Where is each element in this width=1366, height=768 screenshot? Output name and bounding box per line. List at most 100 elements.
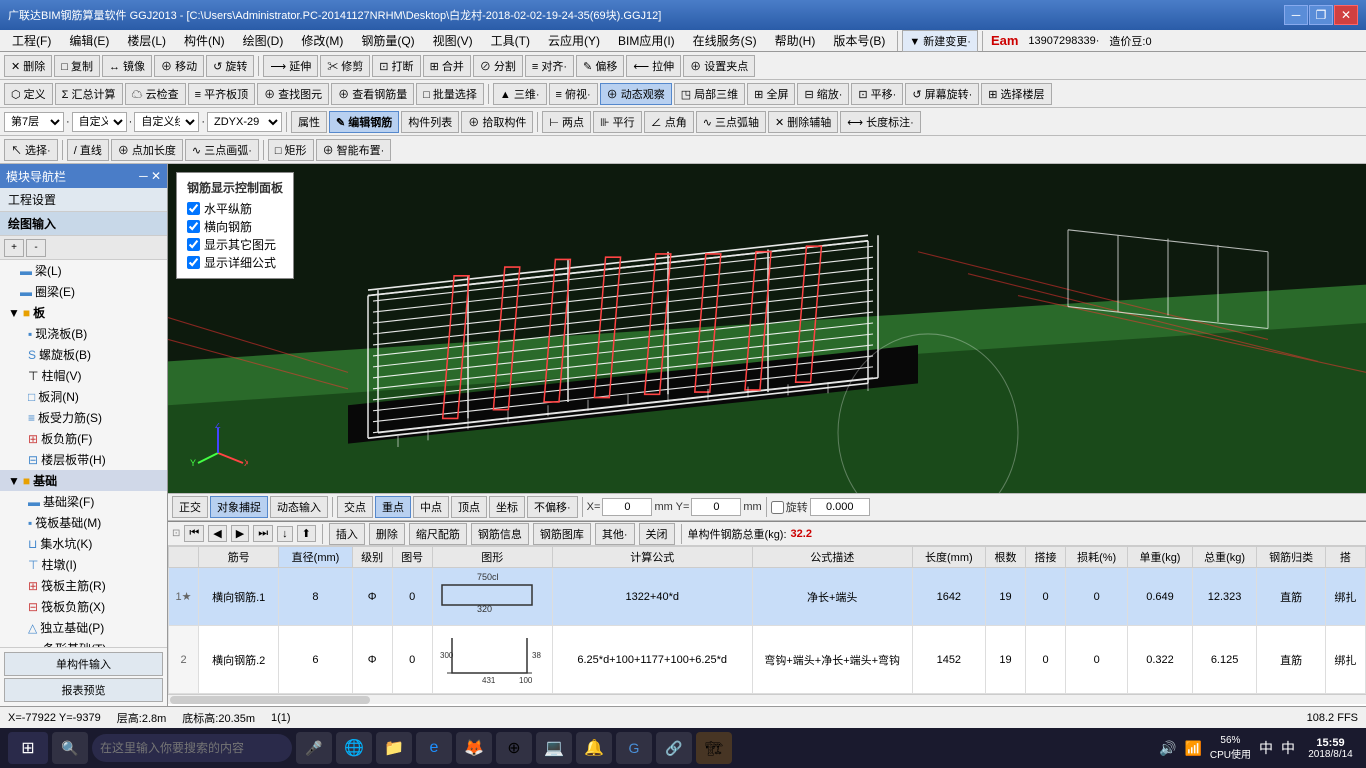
menu-help[interactable]: 帮助(H) bbox=[767, 30, 824, 51]
next-btn[interactable]: ▶ bbox=[231, 525, 249, 542]
menu-version[interactable]: 版本号(B) bbox=[825, 30, 893, 51]
split-btn[interactable]: ⊘ 分割 bbox=[473, 55, 523, 77]
taskbar-edge-btn[interactable]: 🌐 bbox=[336, 732, 372, 764]
tree-item-colcap[interactable]: ⊤ 柱帽(V) bbox=[0, 365, 167, 386]
taskbar-computer-btn[interactable]: 💻 bbox=[536, 732, 572, 764]
snap-btn[interactable]: 对象捕捉 bbox=[210, 496, 268, 518]
menu-view[interactable]: 视图(V) bbox=[425, 30, 481, 51]
detail-formula-check[interactable]: 显示详细公式 bbox=[187, 254, 283, 271]
taskbar-firefox-btn[interactable]: 🦊 bbox=[456, 732, 492, 764]
tree-item-slabnega[interactable]: ⊞ 板负筋(F) bbox=[0, 428, 167, 449]
tray-icon-1[interactable]: 🔊 bbox=[1159, 740, 1176, 757]
tree-item-floorbelt[interactable]: ⊟ 楼层板带(H) bbox=[0, 449, 167, 470]
two-point-btn[interactable]: ⊢ 两点 bbox=[542, 111, 591, 133]
taskbar-g-btn[interactable]: G bbox=[616, 732, 652, 764]
find-elem-btn[interactable]: ⊕ 查找图元 bbox=[257, 83, 329, 105]
single-member-btn[interactable]: 单构件输入 bbox=[4, 652, 163, 676]
coord-btn[interactable]: 坐标 bbox=[489, 496, 525, 518]
taskbar-ie-btn[interactable]: e bbox=[416, 732, 452, 764]
dynamic-input-btn[interactable]: 动态输入 bbox=[270, 496, 328, 518]
floor-select[interactable]: 第7层 第6层 第5层 bbox=[4, 112, 64, 132]
calc-btn[interactable]: Σ 汇总计算 bbox=[55, 83, 123, 105]
menu-member[interactable]: 构件(N) bbox=[176, 30, 233, 51]
stretch-btn[interactable]: ⟵ 拉伸 bbox=[626, 55, 681, 77]
tree-item-spiralslab[interactable]: S 螺旋板(B) bbox=[0, 344, 167, 365]
local-3d-btn[interactable]: ◳ 局部三维 bbox=[674, 83, 745, 105]
mirror-btn[interactable]: ↔ 镜像 bbox=[102, 55, 152, 77]
pan-btn[interactable]: ⊡ 平移· bbox=[851, 83, 903, 105]
steel-table-container[interactable]: 筋号 直径(mm) 级别 图号 图形 计算公式 公式描述 长度(mm) 根数 搭… bbox=[168, 546, 1366, 706]
menu-cloud[interactable]: 云应用(Y) bbox=[540, 30, 608, 51]
tree-group-foundation[interactable]: ▼ ■ 基础 bbox=[0, 470, 167, 491]
lang-icon[interactable]: 中 bbox=[1281, 738, 1295, 758]
cross-btn[interactable]: 交点 bbox=[337, 496, 373, 518]
noshift-btn[interactable]: 不偏移· bbox=[527, 496, 578, 518]
tree-item-slabsteel[interactable]: ≡ 板受力筋(S) bbox=[0, 407, 167, 428]
taskbar-search[interactable] bbox=[92, 734, 292, 762]
member-list-btn[interactable]: 构件列表 bbox=[401, 111, 459, 133]
prev-btn[interactable]: ◀ bbox=[208, 525, 226, 542]
define-btn[interactable]: ⬡ 定义 bbox=[4, 83, 53, 105]
restore-button[interactable]: ❐ bbox=[1309, 5, 1333, 25]
rotate-btn[interactable]: ↺ 旋转 bbox=[206, 55, 254, 77]
sidebar-add-btn[interactable]: + bbox=[4, 239, 24, 257]
close-button[interactable]: ✕ bbox=[1334, 5, 1358, 25]
taskbar-bell-btn[interactable]: 🔔 bbox=[576, 732, 612, 764]
viewport[interactable]: 钢筋显示控制面板 水平纵筋 横向钢筋 显示其它图元 显示详细公式 bbox=[168, 164, 1366, 493]
offset-btn[interactable]: ✎ 偏移 bbox=[576, 55, 624, 77]
tree-item-castslab[interactable]: ▪ 现浇板(B) bbox=[0, 323, 167, 344]
y-input[interactable] bbox=[691, 498, 741, 516]
midpoint2-btn[interactable]: 中点 bbox=[413, 496, 449, 518]
select-floor-btn[interactable]: ⊞ 选择楼层 bbox=[981, 83, 1051, 105]
add-length-btn[interactable]: ⊕ 点加长度 bbox=[111, 139, 183, 161]
trim-btn[interactable]: ✂ 修剪 bbox=[320, 55, 370, 77]
delete-btn[interactable]: ✕ 删除 bbox=[4, 55, 52, 77]
length-mark-btn[interactable]: ⟷ 长度标注· bbox=[840, 111, 921, 133]
steel-info-btn[interactable]: 钢筋信息 bbox=[471, 523, 529, 545]
horiz-steel-check[interactable]: 水平纵筋 bbox=[187, 200, 283, 217]
sidebar-controls[interactable]: ─ ✕ bbox=[139, 169, 161, 183]
scale-config-btn[interactable]: 缩尺配筋 bbox=[409, 523, 467, 545]
property-btn[interactable]: 属性 bbox=[291, 111, 327, 133]
table-row[interactable]: 1★ 横向钢筋.1 8 Φ 0 750cl 320 bbox=[169, 568, 1366, 626]
other-elem-check[interactable]: 显示其它图元 bbox=[187, 236, 283, 253]
menu-project[interactable]: 工程(F) bbox=[4, 30, 59, 51]
menu-service[interactable]: 在线服务(S) bbox=[685, 30, 765, 51]
rect-btn[interactable]: □ 矩形 bbox=[268, 139, 314, 161]
tree-item-raftmain[interactable]: ⊞ 筏板主筋(R) bbox=[0, 575, 167, 596]
smart-place-btn[interactable]: ⊕ 智能布置· bbox=[316, 139, 392, 161]
custom-line-select[interactable]: 自定义线 bbox=[134, 112, 199, 132]
custom-select[interactable]: 自定义 bbox=[72, 112, 127, 132]
up-btn[interactable]: ⬆ bbox=[297, 525, 316, 542]
steel-library-btn[interactable]: 钢筋图库 bbox=[533, 523, 591, 545]
edit-steel-btn[interactable]: ✎ 编辑钢筋 bbox=[329, 111, 399, 133]
menu-edit[interactable]: 编辑(E) bbox=[61, 30, 117, 51]
view-steel-btn[interactable]: ⊕ 查看钢筋量 bbox=[331, 83, 414, 105]
section-draw[interactable]: 绘图输入 bbox=[0, 212, 167, 235]
other-btn[interactable]: 其他· bbox=[595, 523, 635, 545]
rotate-check[interactable] bbox=[771, 501, 784, 514]
minimize-button[interactable]: ─ bbox=[1284, 5, 1308, 25]
tree-item-foundbeam[interactable]: ▬ 基础梁(F) bbox=[0, 491, 167, 512]
zoom-btn[interactable]: ⊟ 缩放· bbox=[797, 83, 849, 105]
last-btn[interactable]: ⏭ bbox=[253, 525, 273, 542]
tree-group-slab[interactable]: ▼ ■ 板 bbox=[0, 302, 167, 323]
angle-btn[interactable]: ∠ 点角 bbox=[644, 111, 694, 133]
menu-steel[interactable]: 钢筋量(Q) bbox=[353, 30, 422, 51]
move-btn[interactable]: ⊕ 移动 bbox=[154, 55, 204, 77]
top-view-btn[interactable]: ≡ 俯视· bbox=[549, 83, 598, 105]
taskbar-ggj-btn[interactable]: 🏗 bbox=[696, 732, 732, 764]
del-aux-btn[interactable]: ✕ 删除辅轴 bbox=[768, 111, 838, 133]
tray-icon-2[interactable]: 📶 bbox=[1184, 740, 1201, 757]
break-btn[interactable]: ⊡ 打断 bbox=[372, 55, 420, 77]
taskbar-chrome-btn[interactable]: ⊕ bbox=[496, 732, 532, 764]
menu-draw[interactable]: 绘图(D) bbox=[235, 30, 292, 51]
tree-item-colpier[interactable]: ⊤ 柱墩(I) bbox=[0, 554, 167, 575]
ortho-btn[interactable]: 正交 bbox=[172, 496, 208, 518]
batch-select-btn[interactable]: □ 批量选择 bbox=[416, 83, 484, 105]
line-btn[interactable]: / 直线 bbox=[67, 139, 109, 161]
down-btn[interactable]: ↓ bbox=[277, 526, 293, 542]
select-btn[interactable]: ↖ 选择· bbox=[4, 139, 58, 161]
tree-item-beam[interactable]: ▬ 梁(L) bbox=[0, 260, 167, 281]
menu-bim[interactable]: BIM应用(I) bbox=[610, 30, 683, 51]
